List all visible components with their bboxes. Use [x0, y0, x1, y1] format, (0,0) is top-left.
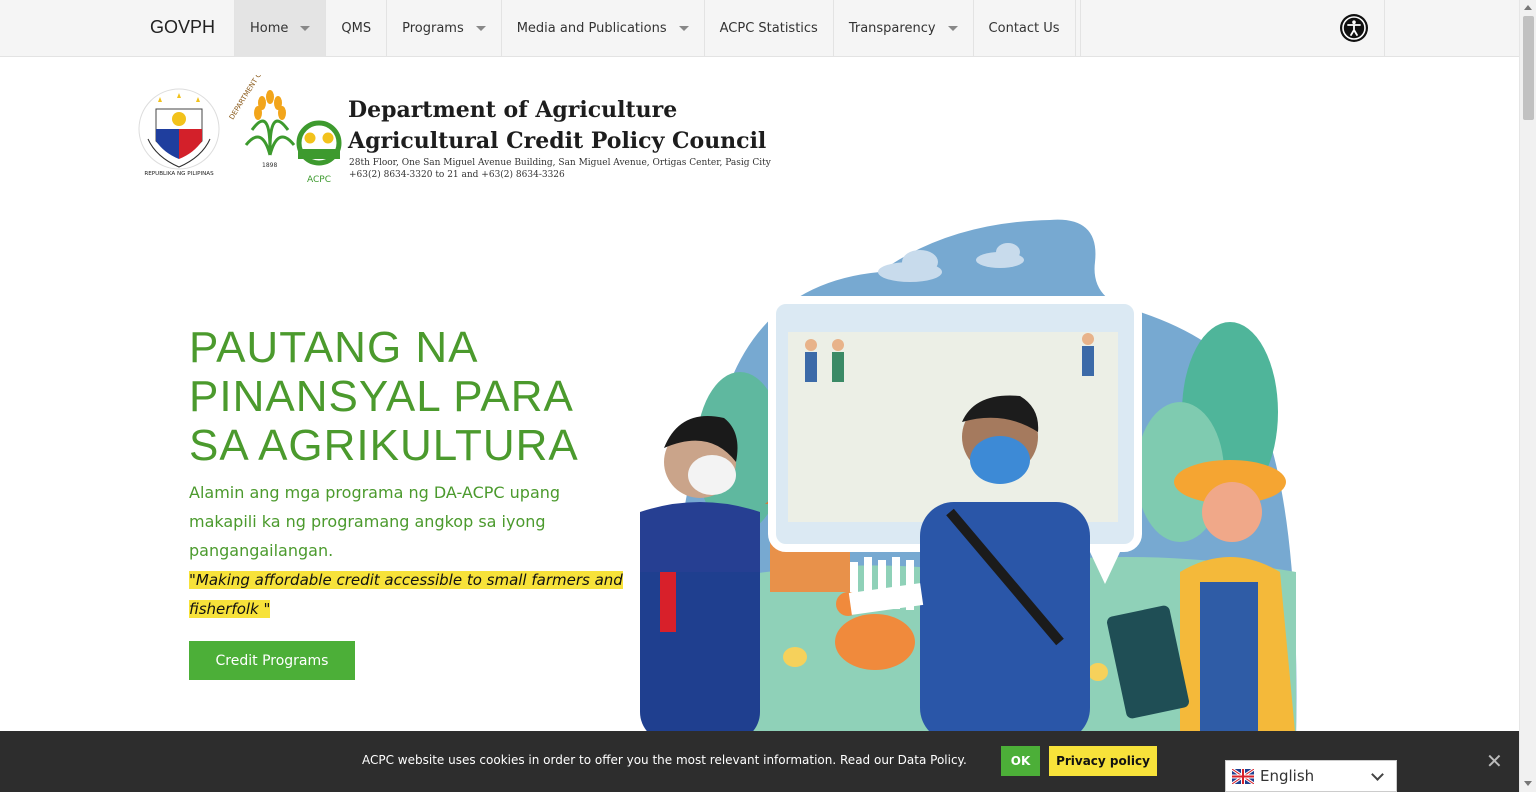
nav-item-acpc-statistics[interactable]: ACPC Statistics [705, 0, 834, 57]
hero-heading-line: PINANSYAL PARA [189, 372, 574, 421]
svg-text:1898: 1898 [262, 162, 277, 169]
svg-text:ACPC: ACPC [307, 175, 331, 185]
nav-item-label: Contact Us [988, 21, 1060, 36]
hero-quote: "Making affordable credit accessible to … [189, 566, 629, 624]
nav-item-label: Transparency [848, 21, 936, 36]
privacy-policy-button[interactable]: Privacy policy [1049, 746, 1157, 776]
credit-programs-button[interactable]: Credit Programs [189, 641, 355, 680]
nav-item-home[interactable]: Home [235, 0, 327, 57]
da-acpc-logo: DEPARTMENT OF AGRICULTURE 1898 ACPC [222, 24, 348, 185]
main-menu: Home QMS Programs Media and Publications… [234, 0, 1076, 57]
nav-item-qms[interactable]: QMS [326, 0, 388, 57]
nav-item-label: QMS [341, 21, 372, 36]
cookie-message: ACPC website uses cookies in order to of… [362, 753, 967, 767]
scrollbar-thumb[interactable] [1523, 16, 1534, 120]
hero-heading-line: PAUTANG NA [189, 323, 479, 372]
scroll-up-icon[interactable] [1524, 5, 1532, 10]
govph-brand-link[interactable]: GOVPH [150, 17, 215, 38]
nav-item-label: ACPC Statistics [719, 21, 818, 36]
accessibility-icon[interactable] [1340, 14, 1368, 42]
page-scrollbar[interactable] [1519, 0, 1536, 792]
hero-illustration [620, 212, 1320, 742]
nav-item-label: Programs [402, 21, 464, 36]
philippine-seal-logo: REPUBLIKA NG PILIPINAS [136, 79, 222, 179]
language-label: English [1260, 767, 1315, 785]
org-title-department: Department of Agriculture [348, 97, 678, 123]
top-navbar: GOVPH Home QMS Programs Media and Public… [0, 0, 1519, 57]
nav-item-programs[interactable]: Programs [387, 0, 502, 57]
cookie-ok-button[interactable]: OK [1001, 746, 1040, 776]
hero-subtitle: Alamin ang mga programa ng DA-ACPC upang… [189, 483, 561, 560]
nav-item-label: Home [250, 21, 289, 36]
close-icon[interactable]: ✕ [1486, 749, 1503, 773]
address-line: 28th Floor, One San Miguel Avenue Buildi… [349, 158, 771, 168]
org-address: 28th Floor, One San Miguel Avenue Buildi… [349, 157, 771, 181]
svg-text:REPUBLIKA NG PILIPINAS: REPUBLIKA NG PILIPINAS [144, 171, 214, 177]
nav-item-media-and-publications[interactable]: Media and Publications [502, 0, 705, 57]
highlighted-quote: "Making affordable credit accessible to … [189, 571, 623, 618]
hero-heading: PAUTANG NA PINANSYAL PARA SA AGRIKULTURA [189, 323, 659, 470]
chevron-down-icon [947, 26, 958, 31]
phone-line: +63(2) 8634-3320 to 21 and +63(2) 8634-3… [349, 170, 565, 180]
page: GOVPH Home QMS Programs Media and Public… [0, 0, 1536, 792]
nav-item-transparency[interactable]: Transparency [834, 0, 974, 57]
nav-item-label: Media and Publications [516, 21, 667, 36]
chevron-down-icon [1371, 768, 1384, 781]
nav-item-contact-us[interactable]: Contact Us [974, 0, 1076, 57]
uk-flag-icon [1231, 767, 1255, 785]
language-selector[interactable]: English [1225, 760, 1397, 792]
chevron-down-icon [678, 26, 689, 31]
chevron-down-icon [300, 26, 311, 31]
scroll-down-icon[interactable] [1524, 781, 1532, 786]
org-title-acpc: Agricultural Credit Policy Council [348, 128, 767, 154]
chevron-down-icon [475, 26, 486, 31]
hero-heading-line: SA AGRIKULTURA [189, 421, 579, 470]
